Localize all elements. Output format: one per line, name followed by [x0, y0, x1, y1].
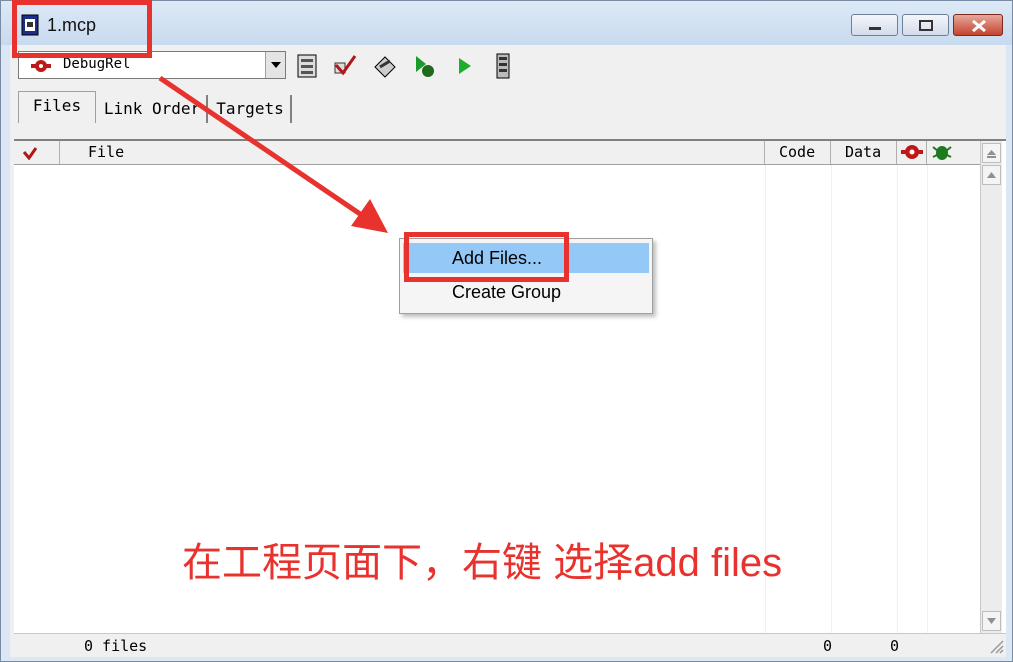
debug-column-icon	[901, 145, 923, 159]
column-touch[interactable]	[14, 141, 60, 164]
maximize-icon	[919, 20, 933, 31]
toolbar: DebugRel	[10, 45, 1006, 91]
debug-icon[interactable]	[412, 53, 438, 79]
title-highlight-box	[12, 0, 152, 58]
arrow-up-icon	[987, 172, 996, 178]
close-icon	[972, 19, 986, 33]
project-inspector-icon[interactable]	[490, 53, 516, 79]
select-dropdown-button[interactable]	[265, 52, 285, 78]
column-file[interactable]: File	[60, 141, 765, 164]
file-list-header: File Code Data	[14, 141, 980, 165]
status-data-size: 0	[890, 637, 900, 655]
column-debug[interactable]	[897, 141, 927, 164]
touch-check-icon	[22, 147, 38, 160]
tab-files[interactable]: Files	[18, 91, 96, 123]
tab-link-order[interactable]: Link Order	[98, 95, 208, 123]
column-code[interactable]: Code	[765, 141, 831, 164]
column-data[interactable]: Data	[831, 141, 897, 164]
bug-column-line	[927, 165, 928, 635]
scroll-top-icon	[987, 150, 996, 158]
resize-grip-icon[interactable]	[988, 638, 1004, 654]
bug-column-icon	[932, 146, 952, 160]
status-code-size: 0	[823, 637, 833, 655]
arrow-down-icon	[987, 618, 996, 624]
status-file-count: 0 files	[84, 637, 148, 655]
synchronize-icon[interactable]	[332, 53, 358, 79]
minimize-button[interactable]	[851, 14, 898, 36]
minimize-icon	[869, 27, 881, 30]
maximize-button[interactable]	[902, 14, 949, 36]
scroll-up-button[interactable]	[982, 165, 1001, 185]
scroll-down-button[interactable]	[982, 611, 1001, 631]
annotation-text: 在工程页面下，右键 选择add files	[182, 541, 783, 585]
column-bug[interactable]	[927, 141, 980, 164]
run-icon[interactable]	[452, 53, 478, 79]
scroll-top-button[interactable]	[982, 143, 1001, 163]
vertical-scrollbar[interactable]	[980, 141, 1002, 635]
target-settings-icon[interactable]	[294, 53, 320, 79]
data-column-line	[831, 165, 832, 635]
make-icon[interactable]	[372, 53, 398, 79]
debug-column-line	[897, 165, 898, 635]
status-bar: 0 files 0 0	[14, 633, 1006, 656]
title-bar[interactable]: 1.mcp	[1, 1, 1012, 45]
target-icon	[31, 60, 51, 72]
close-button[interactable]	[953, 14, 1003, 36]
target-select-value: DebugRel	[63, 56, 131, 72]
chevron-down-icon	[271, 62, 281, 68]
menu-highlight-box	[404, 232, 569, 282]
tab-targets[interactable]: Targets	[210, 95, 292, 123]
